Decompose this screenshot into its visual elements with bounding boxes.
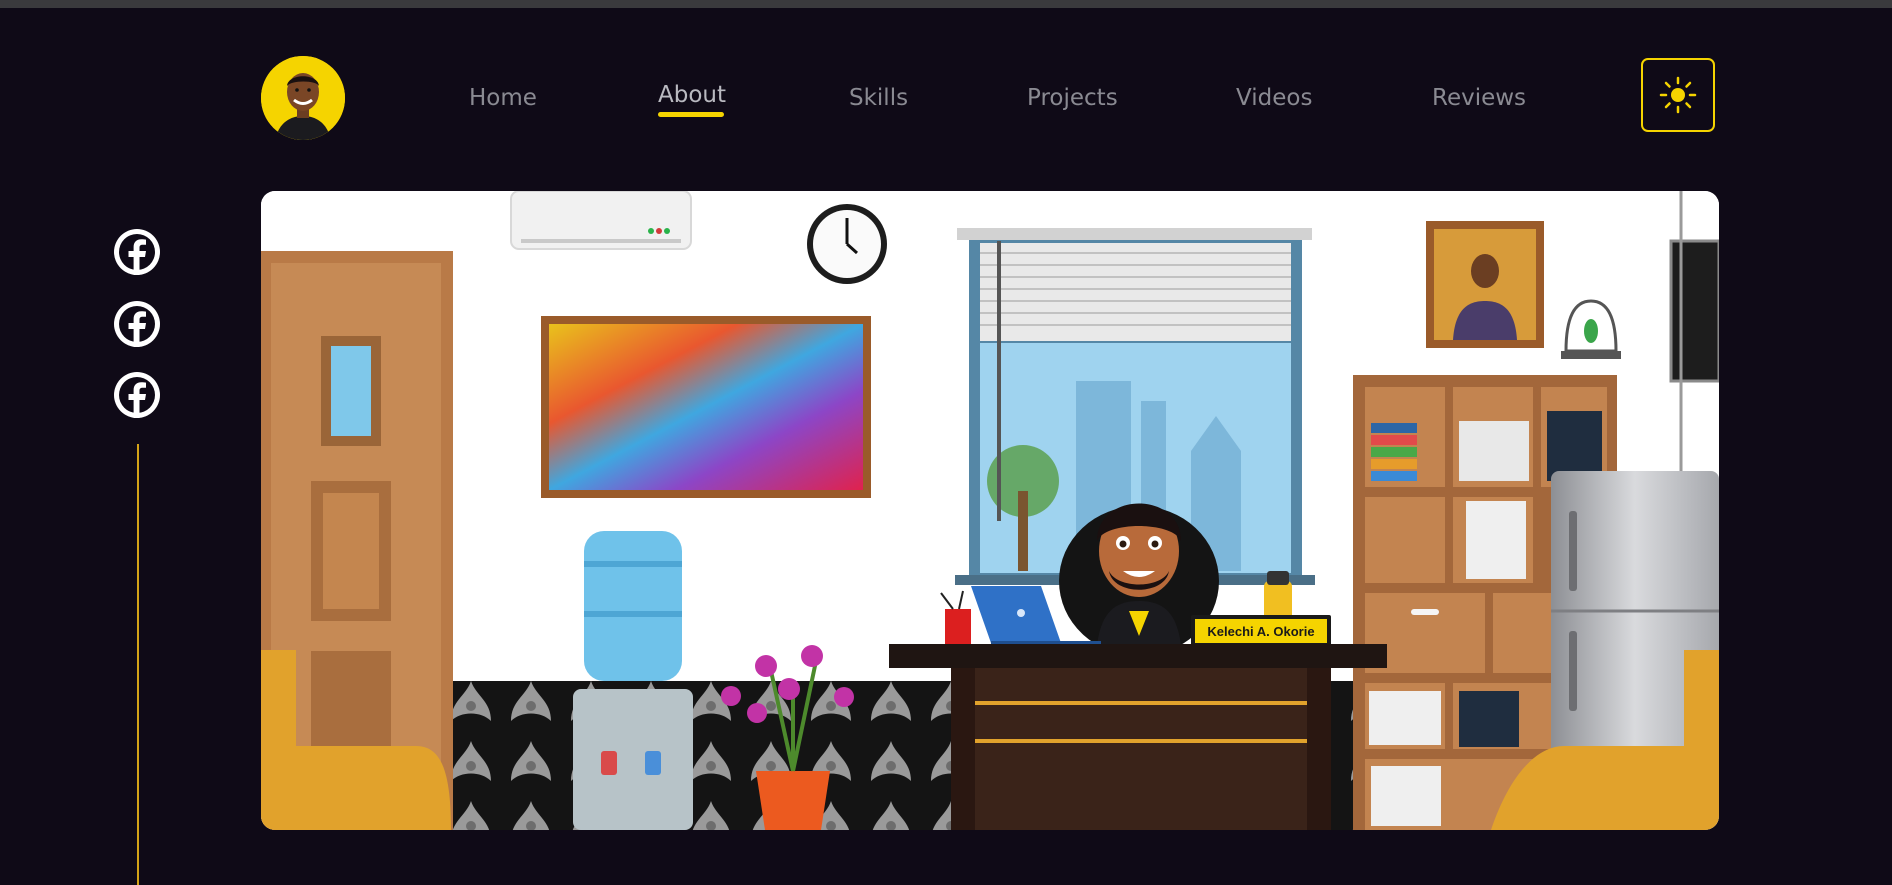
nav-skills[interactable]: Skills xyxy=(849,85,908,111)
hero-office-illustration: Kelechi A. Okorie xyxy=(261,191,1719,830)
profile-avatar[interactable] xyxy=(261,56,345,140)
facebook-link-2[interactable] xyxy=(114,301,160,347)
nav-about[interactable]: About xyxy=(658,82,726,108)
nameplate-text: Kelechi A. Okorie xyxy=(1207,624,1314,639)
social-divider-line xyxy=(137,444,139,885)
facebook-icon xyxy=(119,377,155,418)
theme-toggle-button[interactable] xyxy=(1641,58,1715,132)
facebook-icon xyxy=(119,234,155,275)
sun-icon xyxy=(1659,76,1697,114)
active-nav-underline xyxy=(658,112,724,117)
nav-projects[interactable]: Projects xyxy=(1027,85,1118,111)
nav-videos[interactable]: Videos xyxy=(1236,85,1312,111)
nav-home[interactable]: Home xyxy=(469,85,537,111)
facebook-link-1[interactable] xyxy=(114,229,160,275)
nav-reviews[interactable]: Reviews xyxy=(1432,85,1526,111)
browser-top-bar xyxy=(0,0,1892,8)
facebook-icon xyxy=(119,306,155,347)
facebook-link-3[interactable] xyxy=(114,372,160,418)
